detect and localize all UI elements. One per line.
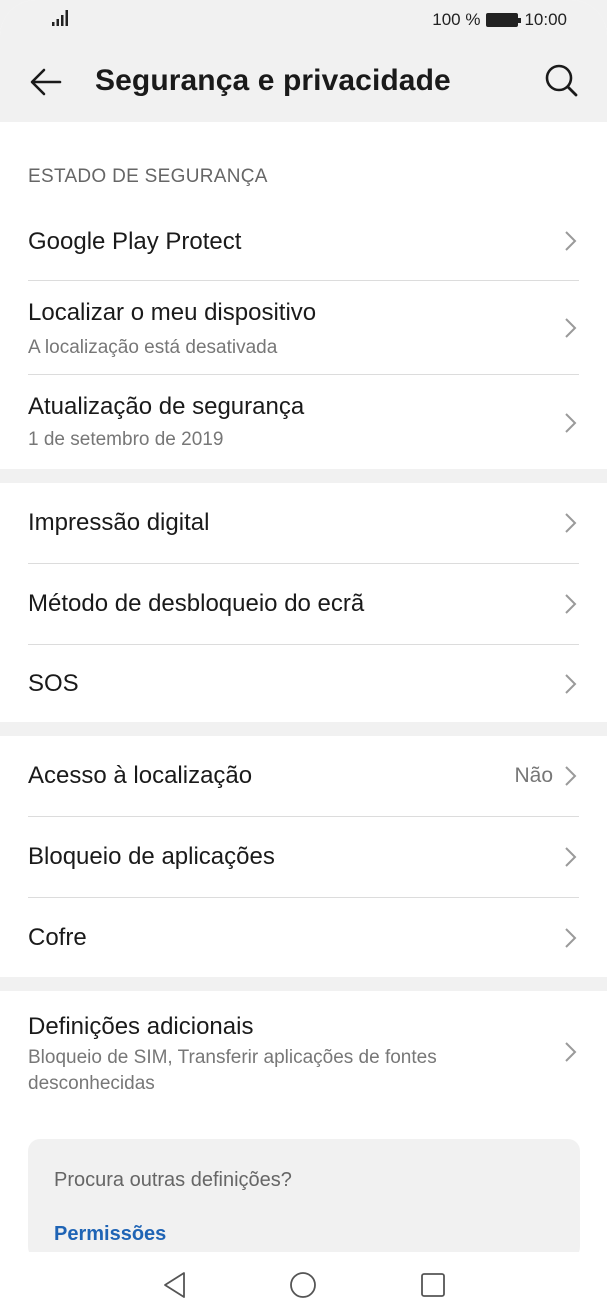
app-bar: Segurança e privacidade xyxy=(0,50,607,114)
phone-screen: 100 % 10:00 Segurança e privacidade ESTA… xyxy=(0,0,607,1316)
item-label: Método de desbloqueio do ecrã xyxy=(28,590,365,617)
item-subtitle: A localização está desativada xyxy=(28,337,278,358)
nav-home-icon[interactable] xyxy=(288,1270,318,1300)
navigation-bar xyxy=(0,1252,607,1316)
clock: 10:00 xyxy=(524,10,567,29)
battery-icon xyxy=(486,13,522,27)
battery-percent: 100 % xyxy=(432,10,481,29)
section-gap xyxy=(0,977,607,991)
item-label: SOS xyxy=(28,670,79,697)
item-subtitle-line1: Bloqueio de SIM, Transferir aplicações d… xyxy=(28,1047,437,1068)
page-title: Segurança e privacidade xyxy=(95,64,451,97)
item-subtitle-line2: desconhecidas xyxy=(28,1073,155,1094)
chevron-right-icon xyxy=(565,847,577,867)
suggestion-question: Procura outras definições? xyxy=(54,1169,292,1191)
item-additional-settings[interactable]: Definições adicionais Bloqueio de SIM, T… xyxy=(0,991,607,1121)
chevron-right-icon xyxy=(565,766,577,786)
chevron-right-icon xyxy=(565,594,577,614)
item-label: Atualização de segurança xyxy=(28,393,305,420)
item-label: Acesso à localização xyxy=(28,762,253,789)
nav-recents-icon[interactable] xyxy=(418,1270,448,1300)
nav-back-icon[interactable] xyxy=(160,1270,190,1300)
item-label: Localizar o meu dispositivo xyxy=(28,299,317,326)
item-label: Impressão digital xyxy=(28,509,210,536)
item-label: Bloqueio de aplicações xyxy=(28,843,275,870)
chevron-right-icon xyxy=(565,928,577,948)
item-label: Cofre xyxy=(28,924,87,951)
item-app-lock[interactable]: Bloqueio de aplicações xyxy=(0,817,607,897)
section-header-security-status: ESTADO DE SEGURANÇA xyxy=(28,166,268,187)
section-gap xyxy=(0,469,607,483)
top-area: 100 % 10:00 Segurança e privacidade xyxy=(0,0,607,122)
item-find-device[interactable]: Localizar o meu dispositivo A localizaçã… xyxy=(0,281,607,374)
item-label: Google Play Protect xyxy=(28,228,242,255)
status-bar: 100 % 10:00 xyxy=(0,0,607,42)
search-icon[interactable] xyxy=(541,60,581,100)
chevron-right-icon xyxy=(565,674,577,694)
chevron-right-icon xyxy=(565,231,577,251)
item-location-access[interactable]: Acesso à localização Não xyxy=(0,736,607,816)
chevron-right-icon xyxy=(565,318,577,338)
settings-list: ESTADO DE SEGURANÇA Google Play Protect … xyxy=(0,122,607,1259)
section-gap xyxy=(0,722,607,736)
item-value: Não xyxy=(514,764,553,787)
item-label: Definições adicionais xyxy=(28,1013,254,1040)
item-subtitle: 1 de setembro de 2019 xyxy=(28,429,224,450)
chevron-right-icon xyxy=(565,1042,577,1062)
signal-icon xyxy=(52,10,68,26)
item-google-play-protect[interactable]: Google Play Protect xyxy=(0,202,607,280)
permissions-link[interactable]: Permissões xyxy=(54,1223,166,1246)
item-sos[interactable]: SOS xyxy=(0,645,607,722)
status-right: 100 % 10:00 xyxy=(432,10,567,30)
item-security-update[interactable]: Atualização de segurança 1 de setembro d… xyxy=(0,375,607,469)
item-fingerprint[interactable]: Impressão digital xyxy=(0,483,607,563)
back-arrow-icon[interactable] xyxy=(26,62,66,102)
suggestion-card: Procura outras definições? Permissões xyxy=(28,1139,580,1259)
chevron-right-icon xyxy=(565,413,577,433)
item-safe[interactable]: Cofre xyxy=(0,898,607,977)
item-screen-unlock[interactable]: Método de desbloqueio do ecrã xyxy=(0,564,607,644)
chevron-right-icon xyxy=(565,513,577,533)
